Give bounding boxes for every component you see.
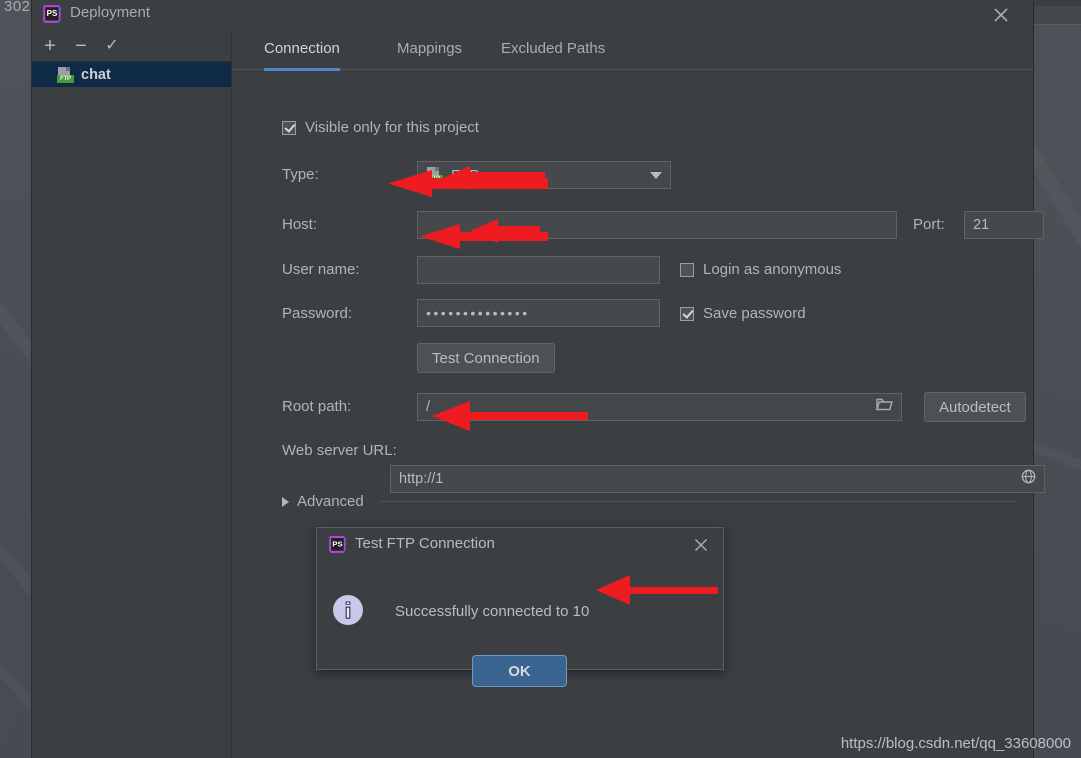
- ftp-server-icon: FTP: [57, 66, 74, 83]
- autodetect-button[interactable]: Autodetect: [924, 392, 1026, 422]
- ftp-type-badge-label: FTP: [426, 175, 443, 183]
- test-connection-button[interactable]: Test Connection: [417, 343, 555, 373]
- screen: 302 PS Deployment + − ✓ FTP chat Connect…: [0, 0, 1081, 758]
- close-icon[interactable]: [991, 5, 1011, 25]
- tab-connection[interactable]: Connection: [264, 40, 340, 71]
- chevron-down-icon: [650, 171, 662, 179]
- dialog-titlebar: PS Deployment: [32, 0, 1033, 30]
- chevron-right-icon[interactable]: [282, 496, 289, 507]
- globe-icon[interactable]: [1021, 469, 1036, 489]
- advanced-section-toggle[interactable]: Advanced: [282, 493, 1017, 510]
- connection-form: Visible only for this project Type: FTP …: [232, 70, 1045, 510]
- backdrop-line-number: 302: [4, 0, 31, 15]
- save-password-checkbox[interactable]: [680, 306, 694, 321]
- ftp-type-icon: FTP: [426, 167, 443, 183]
- tab-mappings[interactable]: Mappings: [397, 40, 462, 70]
- tab-connection-label: Connection: [264, 40, 340, 57]
- close-icon[interactable]: [692, 536, 710, 554]
- server-list-item-chat[interactable]: FTP chat: [32, 62, 231, 87]
- svg-text:PS: PS: [332, 540, 342, 549]
- test-ftp-connection-dialog: PS Test FTP Connection Successfully conn…: [316, 527, 724, 687]
- folder-icon[interactable]: [876, 398, 893, 417]
- host-label: Host:: [282, 216, 318, 233]
- username-label: User name:: [282, 261, 360, 278]
- add-server-button[interactable]: +: [39, 35, 61, 57]
- ok-button[interactable]: OK: [472, 655, 567, 687]
- login-anonymous-label: Login as anonymous: [703, 261, 842, 278]
- dialog-title: Deployment: [70, 4, 151, 21]
- port-label: Port:: [913, 216, 945, 233]
- modal-titlebar: PS Test FTP Connection: [317, 528, 723, 561]
- svg-text:PS: PS: [47, 9, 58, 18]
- remove-server-button[interactable]: −: [70, 35, 92, 57]
- server-list-panel: + − ✓ FTP chat: [32, 30, 232, 758]
- password-input[interactable]: ••••••••••••••: [417, 299, 660, 327]
- tab-excluded-paths-label: Excluded Paths: [501, 40, 606, 57]
- port-input[interactable]: 21: [964, 211, 1044, 239]
- server-list-item-label: chat: [81, 66, 111, 83]
- modal-message: Successfully connected to 10: [395, 603, 590, 620]
- password-masked-value: ••••••••••••••: [426, 305, 530, 321]
- username-input[interactable]: [417, 256, 660, 284]
- type-label: Type:: [282, 166, 319, 183]
- visible-only-checkbox[interactable]: [282, 120, 296, 135]
- login-anonymous-checkbox[interactable]: [680, 262, 694, 277]
- visible-only-label: Visible only for this project: [305, 119, 479, 136]
- tab-excluded-paths[interactable]: Excluded Paths: [501, 40, 605, 70]
- web-server-url-input[interactable]: http://1: [390, 465, 1045, 493]
- phpstorm-icon: PS: [328, 535, 347, 554]
- host-input[interactable]: [417, 211, 897, 239]
- phpstorm-icon: PS: [42, 4, 62, 24]
- root-path-label: Root path:: [282, 398, 352, 415]
- advanced-label: Advanced: [297, 493, 364, 510]
- modal-title: Test FTP Connection: [355, 535, 495, 552]
- server-list-toolbar: + − ✓: [32, 30, 231, 62]
- ftp-badge-label: FTP: [57, 74, 74, 83]
- tab-bar: Connection Mappings Excluded Paths: [232, 30, 1033, 71]
- login-anonymous-checkbox-row[interactable]: Login as anonymous: [680, 261, 841, 278]
- password-label: Password:: [282, 305, 353, 322]
- type-select[interactable]: FTP FTP: [417, 161, 671, 189]
- tab-mappings-label: Mappings: [397, 40, 463, 57]
- root-path-input[interactable]: /: [417, 393, 902, 421]
- save-password-checkbox-row[interactable]: Save password: [680, 305, 806, 322]
- info-icon: [331, 593, 365, 627]
- set-default-server-button[interactable]: ✓: [101, 35, 123, 57]
- type-select-value: FTP: [451, 166, 480, 184]
- advanced-divider: [379, 501, 1017, 502]
- visible-only-checkbox-row[interactable]: Visible only for this project: [282, 119, 479, 136]
- watermark: https://blog.csdn.net/qq_33608000: [840, 735, 1071, 752]
- backdrop-toolbar-strip-2: [1033, 6, 1081, 25]
- web-server-url-label: Web server URL:: [282, 442, 397, 459]
- save-password-label: Save password: [703, 305, 806, 322]
